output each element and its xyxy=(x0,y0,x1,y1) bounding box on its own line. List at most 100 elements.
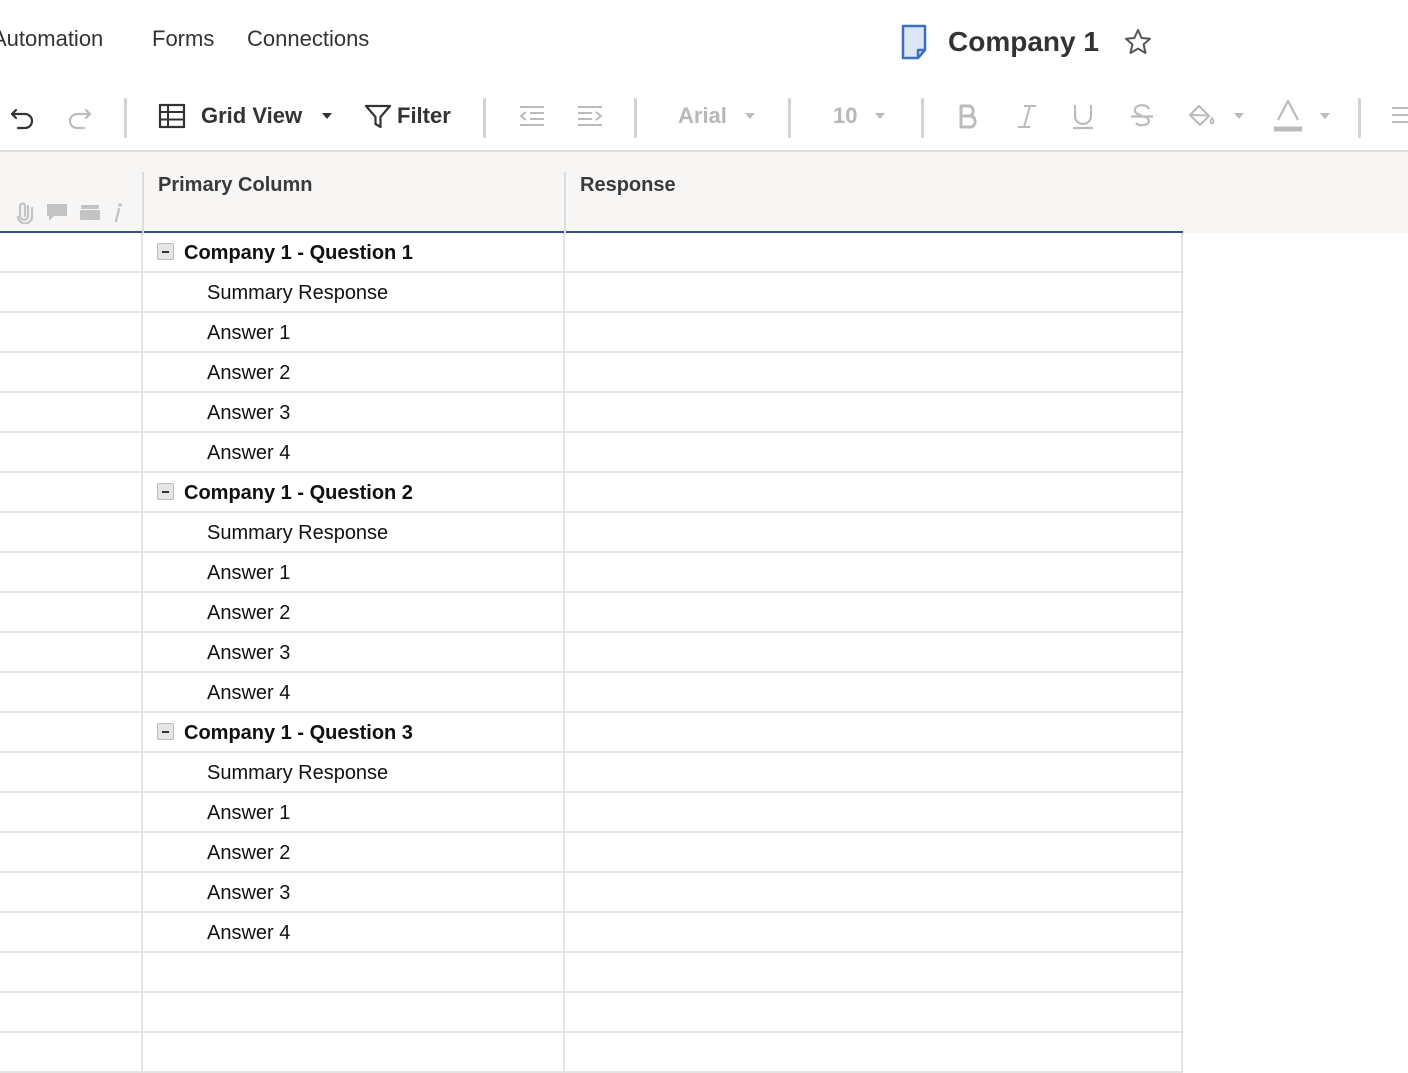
table-row[interactable]: Company 1 - Question 3 xyxy=(0,713,1183,753)
collapse-icon[interactable] xyxy=(157,722,174,740)
row-gutter[interactable] xyxy=(0,593,143,633)
column-divider[interactable] xyxy=(564,172,566,233)
font-family-dropdown[interactable]: Arial xyxy=(678,80,757,152)
table-row[interactable]: Answer 4 xyxy=(0,913,1183,953)
primary-cell[interactable]: Answer 2 xyxy=(143,593,565,633)
primary-cell[interactable]: Answer 4 xyxy=(143,673,565,713)
sheet-title[interactable]: Company 1 xyxy=(948,26,1099,58)
response-cell[interactable] xyxy=(565,313,1183,353)
primary-cell[interactable] xyxy=(143,953,565,993)
primary-cell[interactable]: Summary Response xyxy=(143,513,565,553)
table-row[interactable] xyxy=(0,953,1183,993)
response-cell[interactable] xyxy=(565,393,1183,433)
row-gutter[interactable] xyxy=(0,353,143,393)
table-row[interactable]: Company 1 - Question 1 xyxy=(0,233,1183,273)
table-row[interactable]: Answer 3 xyxy=(0,633,1183,673)
row-gutter[interactable] xyxy=(0,953,143,993)
row-gutter[interactable] xyxy=(0,273,143,313)
table-row[interactable]: Company 1 - Question 2 xyxy=(0,473,1183,513)
row-gutter[interactable] xyxy=(0,633,143,673)
table-row[interactable]: Answer 1 xyxy=(0,793,1183,833)
table-row[interactable]: Answer 1 xyxy=(0,553,1183,593)
menu-connections[interactable]: Connections xyxy=(247,26,369,52)
response-cell[interactable] xyxy=(565,233,1183,273)
strikethrough-button[interactable] xyxy=(1128,80,1156,152)
primary-cell[interactable]: Answer 2 xyxy=(143,353,565,393)
text-color-dropdown[interactable] xyxy=(1272,80,1332,152)
table-row[interactable]: Summary Response xyxy=(0,273,1183,313)
table-row[interactable]: Answer 4 xyxy=(0,433,1183,473)
primary-cell[interactable] xyxy=(143,993,565,1033)
response-cell[interactable] xyxy=(565,633,1183,673)
filter-button[interactable]: Filter xyxy=(363,80,451,152)
table-row[interactable]: Answer 4 xyxy=(0,673,1183,713)
response-cell[interactable] xyxy=(565,1033,1183,1073)
table-row[interactable]: Answer 2 xyxy=(0,353,1183,393)
primary-cell[interactable]: Answer 1 xyxy=(143,313,565,353)
indent-button[interactable] xyxy=(575,80,605,152)
star-icon[interactable] xyxy=(1123,27,1153,57)
row-gutter[interactable] xyxy=(0,393,143,433)
primary-cell[interactable]: Answer 3 xyxy=(143,393,565,433)
table-row[interactable]: Summary Response xyxy=(0,513,1183,553)
response-cell[interactable] xyxy=(565,473,1183,513)
primary-cell[interactable]: Answer 4 xyxy=(143,913,565,953)
response-cell[interactable] xyxy=(565,593,1183,633)
table-row[interactable]: Answer 2 xyxy=(0,593,1183,633)
fill-color-dropdown[interactable] xyxy=(1186,80,1246,152)
response-cell[interactable] xyxy=(565,513,1183,553)
row-gutter[interactable] xyxy=(0,833,143,873)
menu-forms[interactable]: Forms xyxy=(152,26,214,52)
undo-button[interactable] xyxy=(8,80,38,152)
response-cell[interactable] xyxy=(565,353,1183,393)
row-gutter[interactable] xyxy=(0,873,143,913)
row-gutter[interactable] xyxy=(0,713,143,753)
row-gutter[interactable] xyxy=(0,673,143,713)
primary-cell[interactable]: Answer 2 xyxy=(143,833,565,873)
italic-button[interactable] xyxy=(1014,80,1040,152)
primary-cell[interactable]: Summary Response xyxy=(143,753,565,793)
collapse-icon[interactable] xyxy=(157,242,174,260)
response-cell[interactable] xyxy=(565,953,1183,993)
response-cell[interactable] xyxy=(565,753,1183,793)
font-size-dropdown[interactable]: 10 xyxy=(833,80,887,152)
table-row[interactable]: Answer 1 xyxy=(0,313,1183,353)
column-header-response[interactable]: Response xyxy=(580,174,676,197)
grid-view-dropdown[interactable]: Grid View xyxy=(158,80,334,152)
primary-cell[interactable]: Answer 3 xyxy=(143,873,565,913)
response-cell[interactable] xyxy=(565,913,1183,953)
table-row[interactable] xyxy=(0,1033,1183,1073)
response-cell[interactable] xyxy=(565,873,1183,913)
response-cell[interactable] xyxy=(565,993,1183,1033)
row-gutter[interactable] xyxy=(0,993,143,1033)
response-cell[interactable] xyxy=(565,793,1183,833)
response-cell[interactable] xyxy=(565,713,1183,753)
row-gutter[interactable] xyxy=(0,473,143,513)
column-divider[interactable] xyxy=(142,172,144,233)
primary-cell[interactable]: Company 1 - Question 2 xyxy=(143,473,565,513)
primary-cell[interactable]: Answer 4 xyxy=(143,433,565,473)
primary-cell[interactable]: Answer 1 xyxy=(143,793,565,833)
table-row[interactable]: Summary Response xyxy=(0,753,1183,793)
table-row[interactable]: Answer 2 xyxy=(0,833,1183,873)
row-gutter[interactable] xyxy=(0,553,143,593)
primary-cell[interactable]: Summary Response xyxy=(143,273,565,313)
row-gutter[interactable] xyxy=(0,233,143,273)
row-gutter[interactable] xyxy=(0,313,143,353)
primary-cell[interactable]: Company 1 - Question 3 xyxy=(143,713,565,753)
row-gutter[interactable] xyxy=(0,793,143,833)
primary-cell[interactable]: Answer 3 xyxy=(143,633,565,673)
table-row[interactable] xyxy=(0,993,1183,1033)
row-gutter[interactable] xyxy=(0,913,143,953)
primary-cell[interactable]: Company 1 - Question 1 xyxy=(143,233,565,273)
row-gutter[interactable] xyxy=(0,1033,143,1073)
collapse-icon[interactable] xyxy=(157,482,174,500)
table-row[interactable]: Answer 3 xyxy=(0,873,1183,913)
bold-button[interactable] xyxy=(955,80,983,152)
response-cell[interactable] xyxy=(565,673,1183,713)
outdent-button[interactable] xyxy=(517,80,547,152)
row-gutter[interactable] xyxy=(0,753,143,793)
redo-button[interactable] xyxy=(64,80,94,152)
response-cell[interactable] xyxy=(565,833,1183,873)
row-gutter[interactable] xyxy=(0,513,143,553)
